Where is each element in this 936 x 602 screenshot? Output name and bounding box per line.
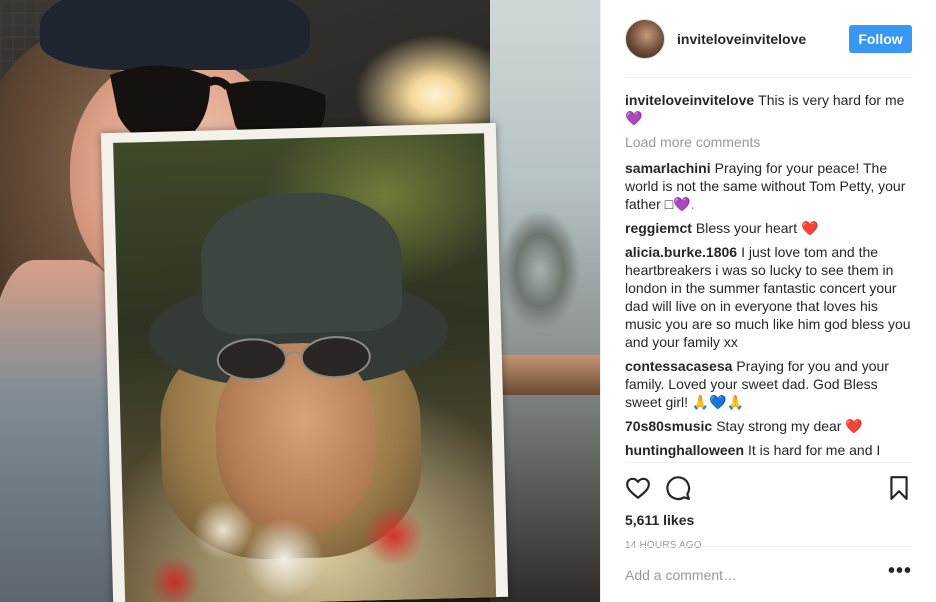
instagram-post-modal: inviteloveinvitelove Follow invitelovein…	[0, 0, 936, 602]
list-item: alicia.burke.1806 I just love tom and the…	[625, 243, 912, 351]
post-side-panel: inviteloveinvitelove Follow invitelovein…	[600, 0, 936, 602]
blue-heart-icon: 💙	[709, 394, 727, 410]
caption: inviteloveinvitelove This is very hard fo…	[625, 91, 912, 127]
heart-icon[interactable]	[625, 475, 651, 501]
red-heart-icon: ❤️	[800, 220, 819, 236]
follow-button[interactable]: Follow	[849, 24, 912, 53]
comment-username[interactable]: alicia.burke.1806	[625, 244, 737, 260]
purple-heart-icon: 💜.	[673, 196, 695, 212]
photo-table	[495, 355, 600, 395]
praying-hands-icon: 🙏	[726, 394, 745, 410]
comment-username[interactable]: samarlachini	[625, 160, 711, 176]
red-heart-icon: ❤️	[845, 418, 863, 434]
post-photo[interactable]	[0, 0, 600, 602]
list-item: contessacasesa Praying for you and your f…	[625, 357, 912, 411]
photo-man-sunglasses	[216, 336, 371, 381]
post-header: inviteloveinvitelove Follow	[625, 0, 912, 78]
action-icons-row	[625, 470, 912, 506]
missing-glyph-icon: □	[664, 196, 674, 212]
avatar[interactable]	[625, 18, 665, 59]
caption-text: This is very hard for me	[758, 92, 905, 108]
add-comment-bar: •••	[625, 546, 912, 602]
photo-man-hat	[199, 190, 404, 336]
comment-username[interactable]: huntinghalloween	[625, 442, 744, 458]
load-more-comments-button[interactable]: Load more comments	[625, 133, 912, 151]
comment-text: It is hard for me and I	[748, 442, 881, 458]
purple-heart-icon: 💜	[625, 110, 643, 126]
comment-text: Bless your heart	[695, 220, 798, 236]
list-item: 70s80smusic Stay strong my dear ❤️	[625, 417, 912, 435]
comment-username[interactable]: 70s80smusic	[625, 418, 712, 434]
praying-hands-icon: 🙏	[691, 394, 710, 410]
photo-held-print	[100, 122, 509, 602]
comment-text: Stay strong my dear	[716, 418, 842, 434]
list-item: huntinghalloween It is hard for me and I	[625, 441, 912, 459]
bookmark-icon[interactable]	[886, 475, 912, 501]
post-username[interactable]: inviteloveinvitelove	[677, 31, 849, 47]
likes-count[interactable]: 5,611 likes	[625, 512, 912, 528]
comment-icon[interactable]	[665, 475, 691, 501]
comment-username[interactable]: contessacasesa	[625, 358, 732, 374]
caption-username[interactable]: inviteloveinvitelove	[625, 92, 754, 108]
list-item: reggiemct Bless your heart ❤️	[625, 219, 912, 237]
comments-list[interactable]: inviteloveinvitelove This is very hard fo…	[625, 78, 912, 462]
comment-username[interactable]: reggiemct	[625, 220, 692, 236]
add-comment-input[interactable]	[625, 566, 888, 583]
more-options-icon[interactable]: •••	[888, 561, 912, 584]
list-item: samarlachini Praying for your peace! The …	[625, 159, 912, 213]
photo-flowers	[132, 493, 496, 602]
photo-lamp	[500, 150, 590, 360]
